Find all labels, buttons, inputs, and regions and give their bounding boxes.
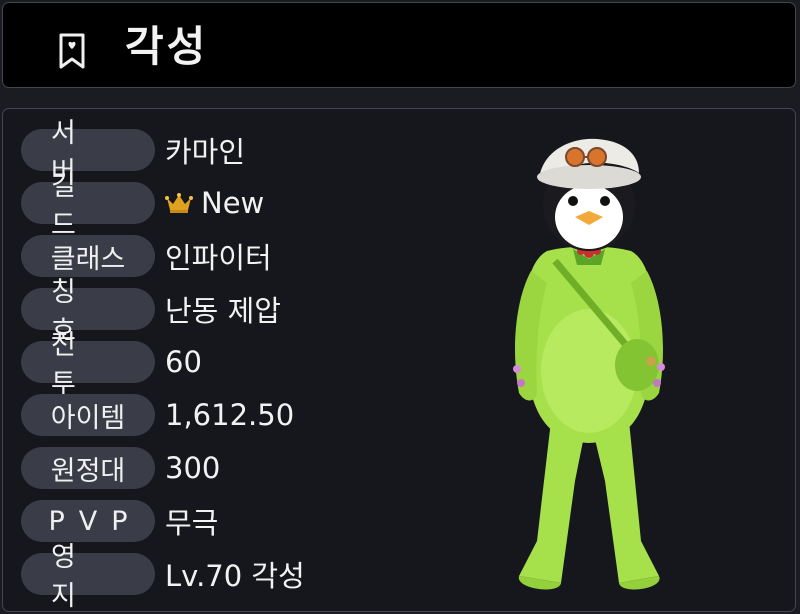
label-expedition: 원정대 <box>21 447 155 489</box>
row-item-level: 아이템 1,612.50 <box>21 394 294 436</box>
row-guild: 길드 New <box>21 171 264 241</box>
guild-name: New <box>201 186 265 220</box>
value-server: 카마인 <box>165 135 246 169</box>
row-combat: 전투 60 <box>21 330 202 400</box>
page-title: 각성 <box>125 22 209 71</box>
value-combat: 60 <box>165 345 202 379</box>
crown-icon <box>165 193 193 213</box>
label-guild: 길드 <box>21 171 155 241</box>
character-avatar <box>513 138 665 590</box>
label-combat: 전투 <box>21 330 155 400</box>
value-pvp: 무극 <box>165 506 219 540</box>
label-item-level: 아이템 <box>21 394 155 436</box>
label-estate: 영지 <box>21 542 155 612</box>
value-guild: New <box>165 186 264 220</box>
info-panel: 서버 카마인 길드 New 클래스 인파이터 칭호 난동 제압 전투 60 아이… <box>2 108 796 612</box>
value-title: 난동 제압 <box>165 294 281 328</box>
value-item-level: 1,612.50 <box>165 398 295 432</box>
character-profile-card: 각성 서버 카마인 길드 New 클래스 인파이터 칭호 난동 제압 전투 60… <box>0 0 800 614</box>
value-estate: Lv.70 각성 <box>165 559 305 593</box>
row-estate: 영지 Lv.70 각성 <box>21 542 305 612</box>
value-class: 인파이터 <box>165 241 272 275</box>
bookmark-icon <box>59 33 85 69</box>
header-bar: 각성 <box>2 2 796 88</box>
row-expedition: 원정대 300 <box>21 447 220 489</box>
value-expedition: 300 <box>165 451 221 485</box>
